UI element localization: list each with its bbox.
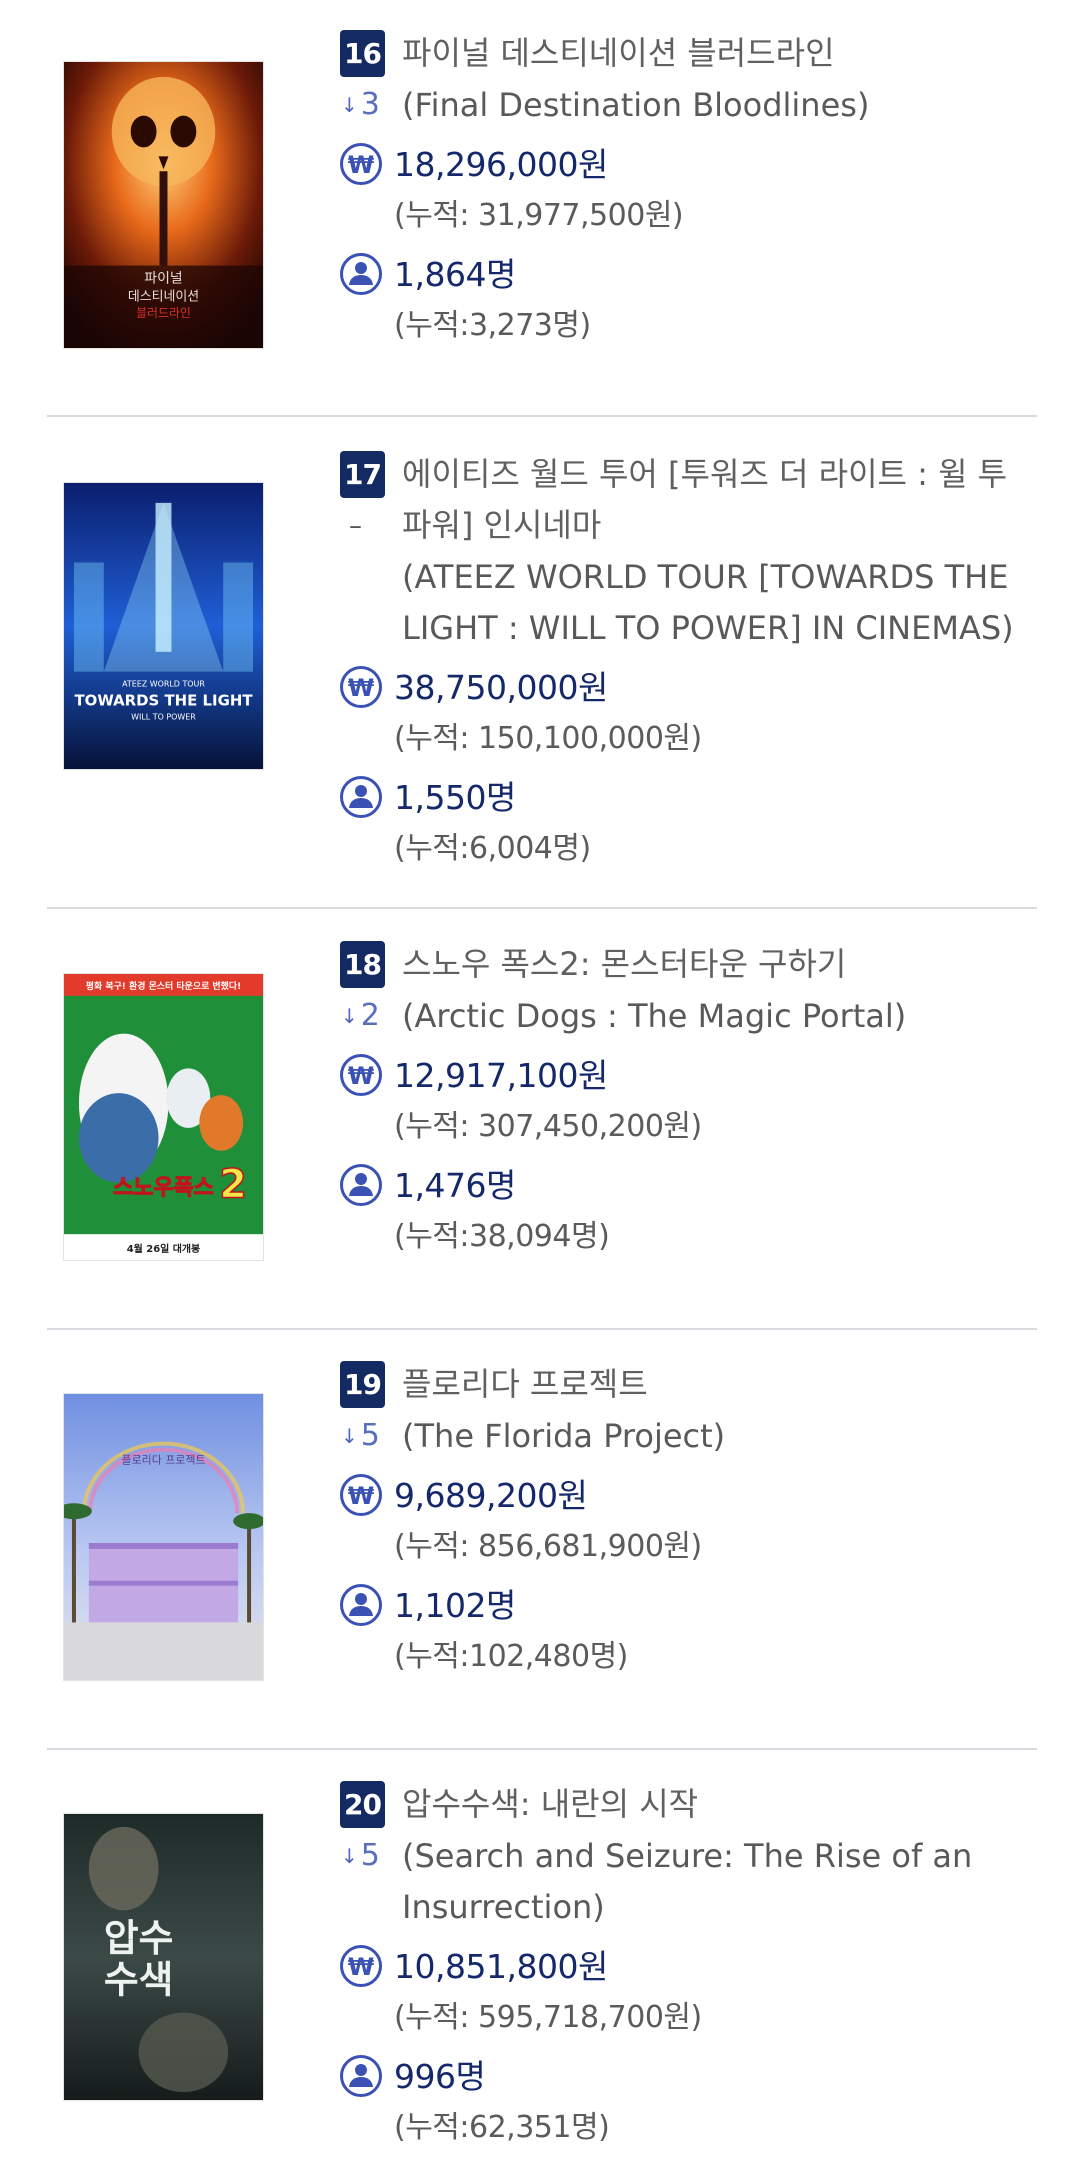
audience-cumulative: (누적:38,094명): [394, 1219, 610, 1254]
audience-cumulative: (누적:6,004명): [394, 831, 591, 866]
sales-cumulative: (누적: 595,718,700원): [394, 2000, 702, 2035]
svg-text:₩: ₩: [348, 151, 375, 179]
movie-entry[interactable]: 평화 복구! 환경 몬스터 타운으로 변했다! 스노우폭스 2 4월 26일 대…: [0, 910, 1080, 1330]
box-office-list: 파이널 데스티네이션 블러드라인 16 파이널 데스티네이션 블러드라인 ↓ 3 …: [0, 0, 1080, 2163]
won-circle-icon: ₩: [339, 1944, 383, 1988]
poster-text: TOWARDS THE LIGHT: [74, 691, 253, 709]
arrow-down-icon: ↓: [341, 1844, 358, 1868]
arrow-down-icon: ↓: [341, 93, 358, 117]
movie-entry[interactable]: 플로리다 프로젝트 19 플로리다 프로젝트 ↓ 5 (The Florida P…: [0, 1330, 1080, 1750]
rank-change: ↓ 3: [341, 80, 387, 130]
movie-title-korean[interactable]: 파이널 데스티네이션 블러드라인: [402, 28, 1022, 79]
svg-text:₩: ₩: [348, 1062, 375, 1090]
sales-amount: 38,750,000원: [394, 668, 608, 707]
won-circle-icon: ₩: [339, 142, 383, 186]
poster-text: ATEEZ WORLD TOUR: [122, 680, 205, 689]
movie-poster[interactable]: 파이널 데스티네이션 블러드라인: [63, 61, 264, 349]
rank-badge: 20: [340, 1781, 385, 1828]
arrow-down-icon: ↓: [341, 1004, 358, 1028]
movie-poster[interactable]: 압수 수색: [63, 1813, 264, 2101]
movie-poster[interactable]: 평화 복구! 환경 몬스터 타운으로 변했다! 스노우폭스 2 4월 26일 대…: [63, 973, 264, 1261]
rank-badge: 19: [340, 1361, 385, 1408]
movie-entry[interactable]: 압수 수색 20 압수수색: 내란의 시작 ↓ 5 (Search and Sei…: [0, 1750, 1080, 2163]
sales-amount: 10,851,800원: [394, 1947, 608, 1986]
person-circle-icon: [339, 775, 383, 819]
person-circle-icon: [339, 252, 383, 296]
movie-title-korean[interactable]: 에이티즈 월드 투어 [투워즈 더 라이트 : 윌 투 파워] 인시네마: [402, 449, 1022, 551]
rank-change-value: 2: [360, 998, 380, 1033]
poster-text: 4월 26일 대개봉: [127, 1242, 200, 1255]
movie-poster[interactable]: 플로리다 프로젝트: [63, 1393, 264, 1681]
movie-poster[interactable]: ATEEZ WORLD TOUR TOWARDS THE LIGHT WILL …: [63, 482, 264, 770]
poster-text: 블러드라인: [136, 306, 191, 320]
rank-change: ↓ 5: [341, 1831, 387, 1881]
movie-title-english[interactable]: (The Florida Project): [402, 1411, 1022, 1462]
person-circle-icon: [339, 1583, 383, 1627]
rank-change-value: –: [349, 511, 362, 541]
movie-title-english[interactable]: (Final Destination Bloodlines): [402, 80, 1022, 131]
audience-count: 1,864명: [394, 255, 516, 294]
movie-entry[interactable]: ATEEZ WORLD TOUR TOWARDS THE LIGHT WILL …: [0, 420, 1080, 910]
sales-cumulative: (누적: 856,681,900원): [394, 1529, 702, 1564]
poster-text: 평화 복구! 환경 몬스터 타운으로 변했다!: [86, 980, 241, 992]
movie-title-english[interactable]: (Search and Seizure: The Rise of an Insu…: [402, 1831, 1022, 1933]
movie-title-english[interactable]: (Arctic Dogs : The Magic Portal): [402, 991, 1022, 1042]
poster-arctic-dogs-image: 평화 복구! 환경 몬스터 타운으로 변했다! 스노우폭스 2 4월 26일 대…: [64, 974, 263, 1260]
rank-change: ↓ 2: [341, 991, 387, 1041]
audience-cumulative: (누적:3,273명): [394, 308, 591, 343]
won-circle-icon: ₩: [339, 665, 383, 709]
svg-text:₩: ₩: [348, 674, 375, 702]
poster-text: 데스티네이션: [128, 289, 199, 304]
person-circle-icon: [339, 2054, 383, 2098]
poster-text: 스노우폭스: [113, 1175, 214, 1200]
arrow-down-icon: ↓: [341, 1424, 358, 1448]
audience-count: 1,476명: [394, 1166, 516, 1205]
audience-count: 1,102명: [394, 1586, 516, 1625]
audience-count: 996명: [394, 2057, 486, 2096]
rank-change: –: [349, 501, 395, 551]
sales-amount: 18,296,000원: [394, 145, 608, 184]
sales-cumulative: (누적: 31,977,500원): [394, 198, 684, 233]
won-circle-icon: ₩: [339, 1473, 383, 1517]
audience-count: 1,550명: [394, 778, 516, 817]
divider: [47, 415, 1037, 417]
person-circle-icon: [339, 1163, 383, 1207]
poster-florida-project-image: 플로리다 프로젝트: [64, 1394, 263, 1680]
poster-text: 수색: [104, 1958, 174, 2002]
poster-ateez-image: ATEEZ WORLD TOUR TOWARDS THE LIGHT WILL …: [64, 483, 263, 769]
movie-title-korean[interactable]: 스노우 폭스2: 몬스터타운 구하기: [402, 939, 1022, 990]
divider: [47, 907, 1037, 909]
rank-change-value: 5: [360, 1418, 380, 1453]
poster-search-and-seizure-image: 압수 수색: [64, 1814, 263, 2100]
poster-text: WILL TO POWER: [131, 712, 196, 721]
svg-text:₩: ₩: [348, 1953, 375, 1981]
won-circle-icon: ₩: [339, 1053, 383, 1097]
movie-title-korean[interactable]: 압수수색: 내란의 시작: [402, 1779, 1022, 1830]
audience-cumulative: (누적:102,480명): [394, 1639, 628, 1674]
sales-amount: 9,689,200원: [394, 1476, 588, 1515]
rank-badge: 17: [340, 451, 385, 498]
movie-title-korean[interactable]: 플로리다 프로젝트: [402, 1359, 1022, 1410]
sales-amount: 12,917,100원: [394, 1056, 608, 1095]
rank-change-value: 5: [360, 1838, 380, 1873]
audience-cumulative: (누적:62,351명): [394, 2110, 610, 2145]
rank-change-value: 3: [360, 87, 380, 122]
svg-text:₩: ₩: [348, 1482, 375, 1510]
poster-text: 압수: [104, 1916, 174, 1960]
movie-title-english[interactable]: (ATEEZ WORLD TOUR [TOWARDS THE LIGHT : W…: [402, 552, 1022, 654]
poster-final-destination-image: 파이널 데스티네이션 블러드라인: [64, 62, 263, 348]
rank-change: ↓ 5: [341, 1411, 387, 1461]
sales-cumulative: (누적: 150,100,000원): [394, 721, 702, 756]
poster-text: 플로리다 프로젝트: [122, 1454, 206, 1467]
poster-text: 2: [219, 1161, 247, 1207]
sales-cumulative: (누적: 307,450,200원): [394, 1109, 702, 1144]
movie-entry[interactable]: 파이널 데스티네이션 블러드라인 16 파이널 데스티네이션 블러드라인 ↓ 3 …: [0, 0, 1080, 420]
rank-badge: 18: [340, 941, 385, 988]
poster-text: 파이널: [144, 270, 182, 286]
rank-badge: 16: [340, 30, 385, 77]
